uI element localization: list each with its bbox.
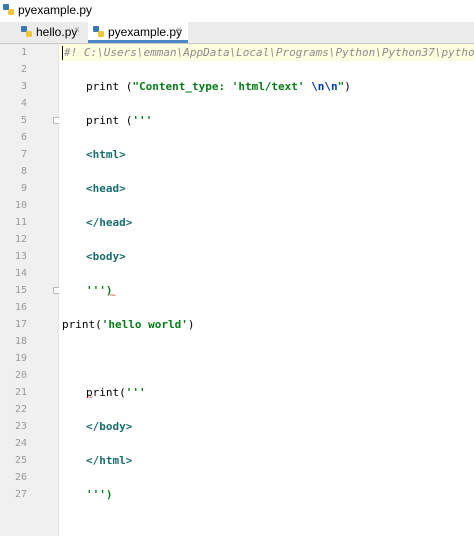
line-number: 20 [14,370,27,381]
editor-tab-bar: ar hello.py × pyexample.py × [0,22,474,60]
window-title: pyexample.py [18,3,93,17]
line-number: 25 [14,455,27,466]
string-literal: ''' [132,114,153,127]
line-number: 10 [14,200,27,211]
line-number: 8 [20,166,27,177]
code-line-17: print('hello world') [62,316,194,333]
line-number: 18 [14,336,27,347]
title-bar: pyexample.py [0,0,474,22]
code-line-13: <body> [86,250,126,263]
line-number: 13 [14,251,27,262]
line-number: 11 [14,217,27,228]
warning-squiggle: ~ [86,393,94,403]
string-literal: ''' [125,386,146,399]
line-number: 4 [20,98,27,109]
close-icon[interactable]: × [176,25,182,36]
line-number: 16 [14,302,27,313]
line-number: 14 [14,268,27,279]
code-line-23: </body> [86,420,133,433]
string-literal: "Content_type: 'html/text' [132,80,312,93]
string-literal: 'hello world' [101,318,188,331]
tab-hello-py[interactable]: hello.py × [16,22,88,43]
code-line-7: <html> [86,148,126,161]
keyword: print ( [86,114,133,127]
code-line-27: ''') [86,488,113,501]
keyword: print ( [86,80,133,93]
code-line-9: <head> [86,182,126,195]
line-number: 27 [14,489,27,500]
line-number: 1 [20,47,27,58]
warning-squiggle: ~ [109,291,117,301]
line-number: 17 [14,319,27,330]
tab-label: hello.py [36,25,78,39]
escape-sequence: \n\n [311,80,338,93]
line-number: 22 [14,404,27,415]
python-file-icon [93,26,104,37]
text-caret [62,46,63,60]
close-icon[interactable]: × [74,25,80,36]
keyword: print( [62,318,102,331]
line-number: 3 [20,81,27,92]
code-line-3: print ("Content_type: 'html/text' \n\n") [86,78,351,95]
line-number: 26 [14,472,27,483]
code-line-25: </html> [86,454,133,467]
line-number: 9 [20,183,27,194]
line-number: 5 [20,115,27,126]
line-number: 21 [14,387,27,398]
line-number: 19 [14,353,27,364]
line-number: 12 [14,234,27,245]
tab-pyexample-py[interactable]: pyexample.py × [88,22,188,43]
line-number: 2 [20,64,27,75]
line-number: 15 [14,285,27,296]
python-file-icon [3,4,14,15]
line-number: 23 [14,421,27,432]
line-number-gutter[interactable]: 1 2 3 4 5 6 7 8 9 10 11 12 13 14 15 16 1… [0,44,60,536]
line-number: 7 [20,149,27,160]
paren: ) [344,80,351,93]
tab-label: pyexample.py [108,25,183,39]
code-line-5: print (''' [86,112,152,129]
code-line-1: #! C:\Users\emman\AppData\Local\Programs… [64,46,474,59]
line-number: 6 [20,132,27,143]
code-line-21: print(''' [86,384,146,401]
paren: ) [187,318,195,331]
line-number: 24 [14,438,27,449]
code-line-11: </head> [86,216,133,229]
python-file-icon [21,26,32,37]
